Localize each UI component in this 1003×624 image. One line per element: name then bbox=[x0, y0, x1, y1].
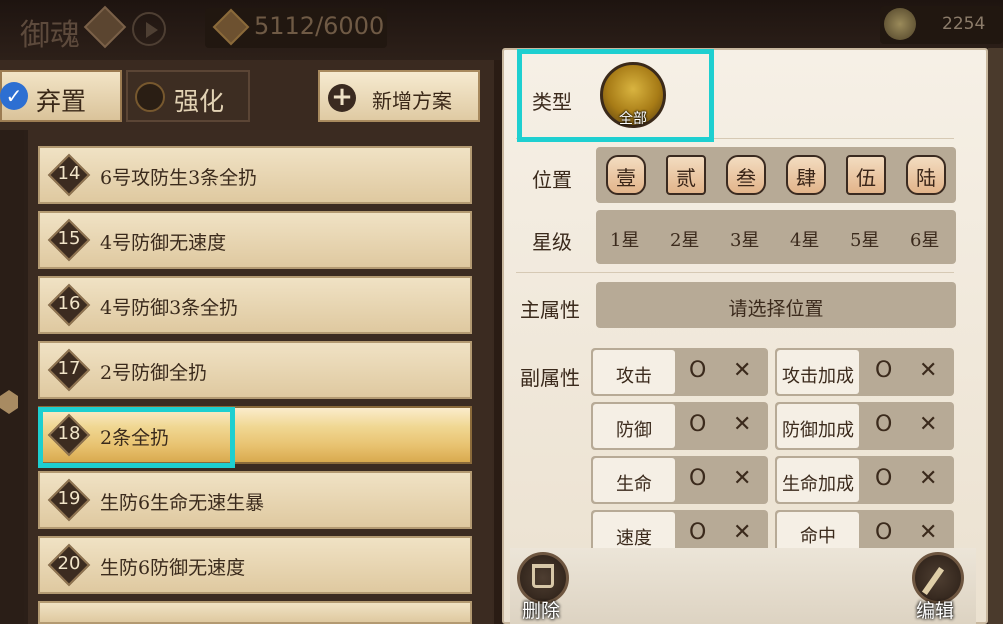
plan-number: 16 bbox=[57, 293, 81, 314]
exclude-toggle[interactable]: ✕ bbox=[733, 466, 751, 491]
coin-icon bbox=[884, 8, 916, 40]
page-title: 御魂 bbox=[20, 18, 80, 53]
delete-label: 删除 bbox=[522, 600, 561, 622]
star-1-option[interactable]: 1星 bbox=[610, 226, 639, 252]
plan-number: 19 bbox=[57, 488, 81, 509]
include-toggle[interactable]: O bbox=[689, 520, 706, 545]
edit-label: 编辑 bbox=[916, 600, 955, 622]
star-5-option[interactable]: 5星 bbox=[850, 226, 879, 252]
check-icon: ✓ bbox=[0, 82, 28, 110]
star-4-option[interactable]: 4星 bbox=[790, 226, 819, 252]
sub-attr-name: 防御 bbox=[616, 420, 652, 441]
position-6-label: 陆 bbox=[916, 166, 936, 190]
plan-label: 4号防御无速度 bbox=[100, 232, 227, 254]
action-bar bbox=[510, 548, 976, 624]
sub-attr-name: 生命加成 bbox=[782, 474, 854, 495]
plan-label: 4号防御3条全扔 bbox=[100, 297, 239, 319]
sub-attr-name: 攻击加成 bbox=[782, 366, 854, 387]
divider bbox=[516, 138, 954, 139]
position-3-label: 叁 bbox=[736, 166, 756, 190]
include-toggle[interactable]: O bbox=[875, 358, 892, 383]
star-6-option[interactable]: 6星 bbox=[910, 226, 939, 252]
plan-label: 6号攻防生3条全扔 bbox=[100, 167, 258, 189]
panel-edge bbox=[0, 130, 24, 624]
include-toggle[interactable]: O bbox=[875, 520, 892, 545]
position-2-label: 贰 bbox=[676, 166, 696, 190]
radio-circle-icon bbox=[135, 82, 165, 112]
sub-attr-name: 速度 bbox=[616, 528, 652, 549]
main-attr-placeholder: 请选择位置 bbox=[728, 298, 824, 320]
position-selector bbox=[596, 147, 956, 203]
divider bbox=[516, 272, 954, 273]
sub-attr-label: 副属性 bbox=[520, 366, 580, 390]
position-label: 位置 bbox=[532, 168, 572, 192]
plan-number: 17 bbox=[57, 358, 81, 379]
star-selector bbox=[596, 210, 956, 264]
coin-count: 2254 bbox=[942, 14, 986, 34]
sub-attr-name: 生命 bbox=[616, 474, 652, 495]
plan-number: 18 bbox=[57, 423, 81, 444]
include-toggle[interactable]: O bbox=[689, 466, 706, 491]
star-3-option[interactable]: 3星 bbox=[730, 226, 759, 252]
exclude-toggle[interactable]: ✕ bbox=[733, 412, 751, 437]
trash-icon bbox=[532, 564, 554, 588]
plus-icon: + bbox=[328, 84, 356, 112]
plan-label: 2号防御全扔 bbox=[100, 362, 208, 384]
type-value: 全部 bbox=[619, 111, 647, 127]
add-plan-label: 新增方案 bbox=[372, 89, 452, 113]
plan-number: 15 bbox=[57, 228, 81, 249]
position-1-label: 壹 bbox=[616, 166, 636, 190]
exclude-toggle[interactable]: ✕ bbox=[733, 520, 751, 545]
include-toggle[interactable]: O bbox=[689, 358, 706, 383]
plan-number: 20 bbox=[57, 553, 81, 574]
sub-attr-name: 命中 bbox=[800, 526, 836, 547]
exclude-toggle[interactable]: ✕ bbox=[733, 358, 751, 383]
main-attr-label: 主属性 bbox=[520, 298, 580, 322]
plan-label: 2条全扔 bbox=[100, 427, 170, 449]
plan-number: 14 bbox=[57, 163, 81, 184]
include-toggle[interactable]: O bbox=[875, 466, 892, 491]
sub-attr-name: 防御加成 bbox=[782, 420, 854, 441]
plan-label: 生防6生命无速生暴 bbox=[100, 492, 265, 514]
position-4-label: 肆 bbox=[796, 166, 816, 190]
include-toggle[interactable]: O bbox=[875, 412, 892, 437]
play-icon[interactable] bbox=[132, 12, 166, 46]
bag-count: 5112/6000 bbox=[254, 12, 385, 40]
plan-item-21[interactable] bbox=[38, 601, 472, 624]
exclude-toggle[interactable]: ✕ bbox=[919, 412, 937, 437]
exclude-toggle[interactable]: ✕ bbox=[919, 358, 937, 383]
exclude-toggle[interactable]: ✕ bbox=[919, 520, 937, 545]
star-2-option[interactable]: 2星 bbox=[670, 226, 699, 252]
tab-enhance-label: 强化 bbox=[174, 87, 225, 116]
plan-label: 生防6防御无速度 bbox=[100, 557, 246, 579]
panel-edge-right bbox=[988, 48, 1003, 624]
tab-discard-label: 弃置 bbox=[36, 87, 87, 116]
star-label: 星级 bbox=[532, 230, 572, 254]
sub-attr-name: 攻击 bbox=[616, 366, 652, 387]
position-5-label: 伍 bbox=[856, 166, 876, 190]
exclude-toggle[interactable]: ✕ bbox=[919, 466, 937, 491]
type-label: 类型 bbox=[532, 90, 572, 114]
include-toggle[interactable]: O bbox=[689, 412, 706, 437]
